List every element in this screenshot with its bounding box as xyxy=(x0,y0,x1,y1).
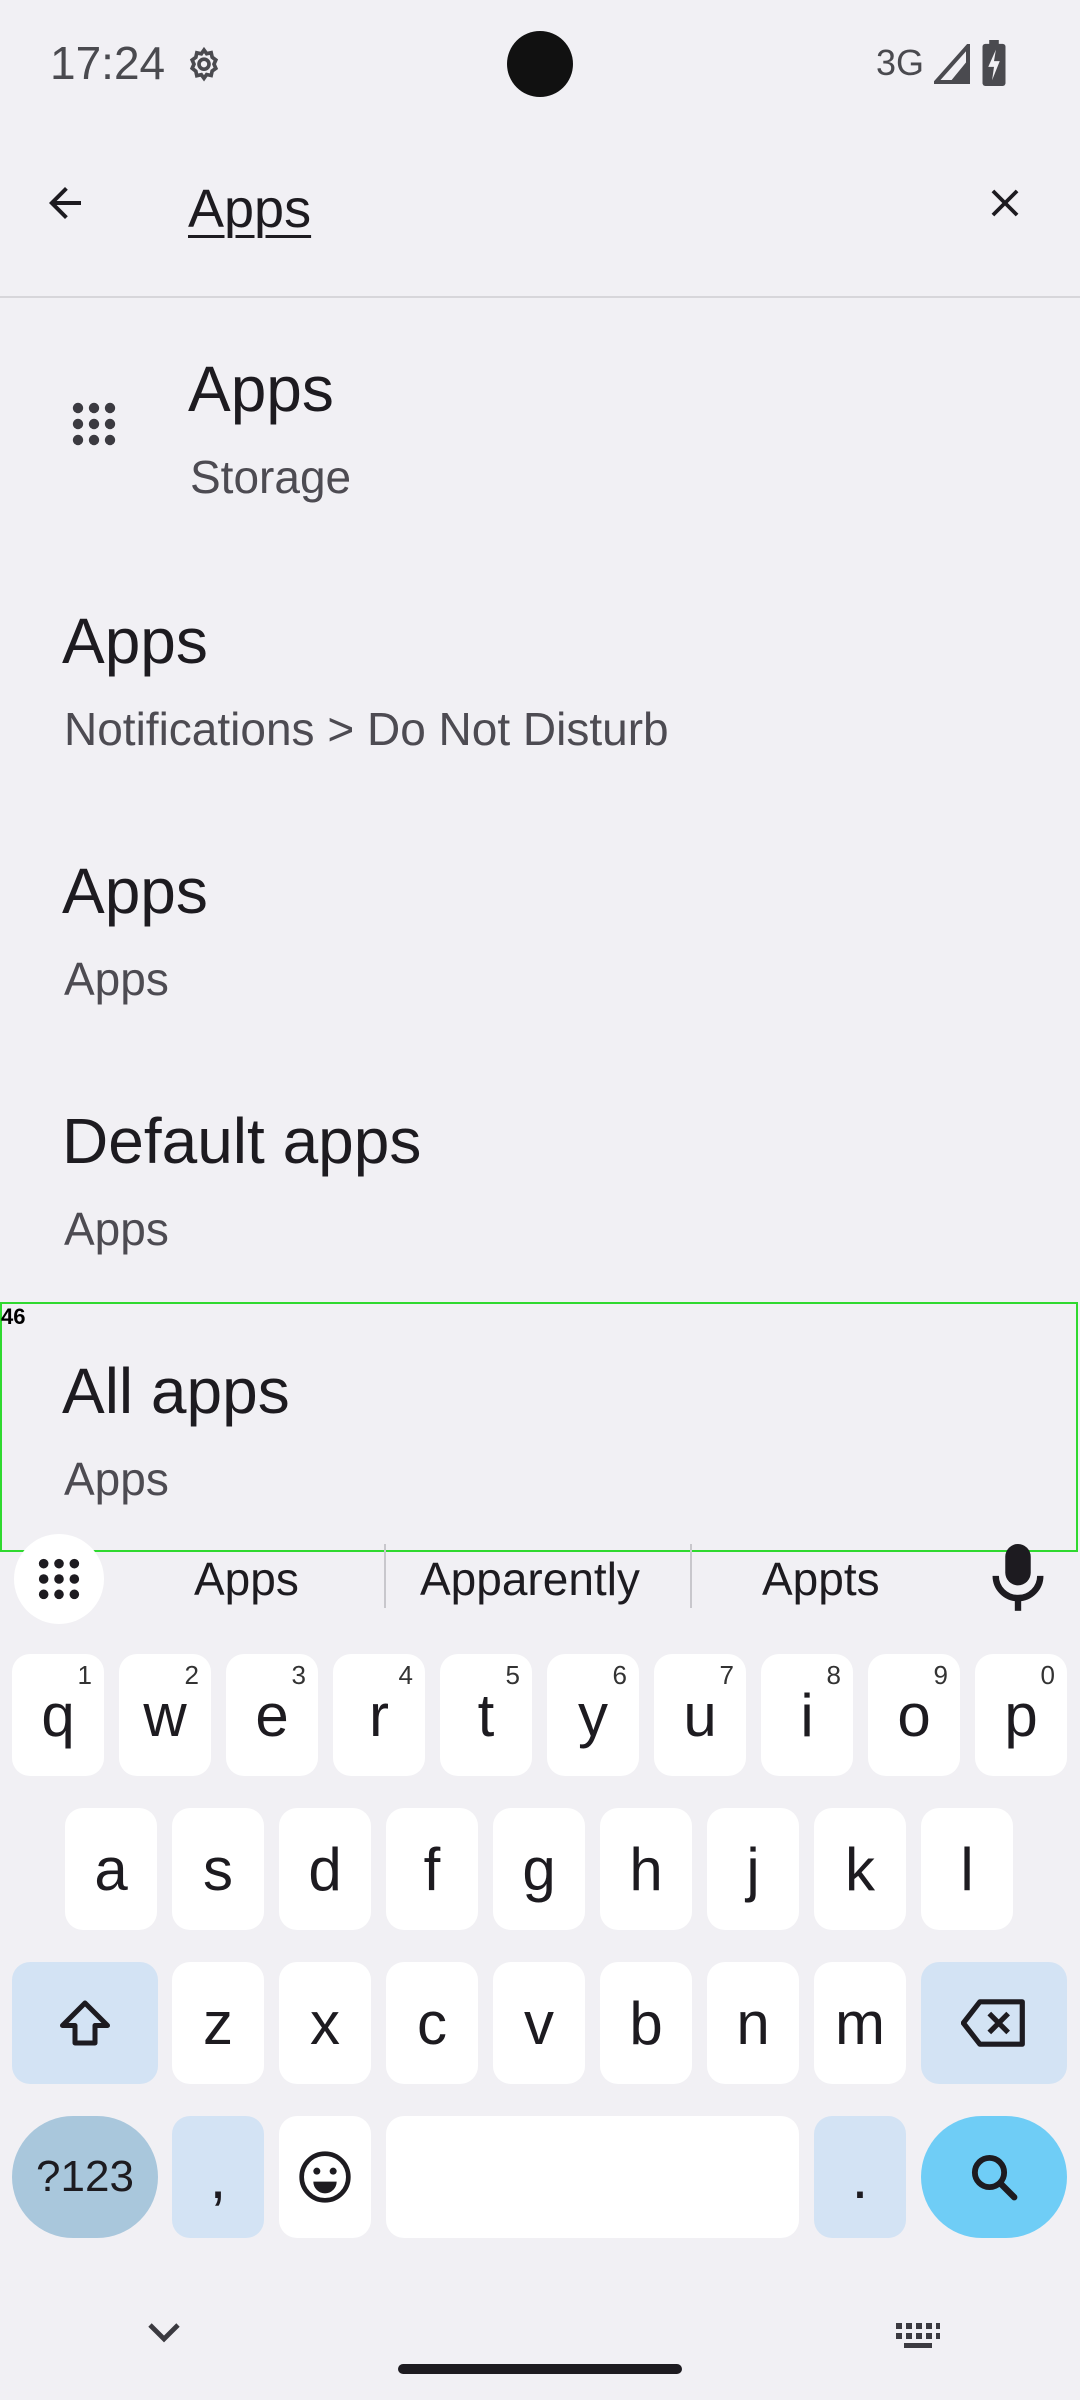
battery-charging-icon xyxy=(982,40,1006,86)
key-b[interactable]: b xyxy=(600,1962,692,2084)
key-g[interactable]: g xyxy=(493,1808,585,1930)
result-subtitle: Storage xyxy=(190,451,352,503)
signal-icon xyxy=(934,44,970,84)
status-bar: 17:24 3G xyxy=(0,0,1080,128)
emoji-key[interactable] xyxy=(279,2116,371,2238)
emoji-icon xyxy=(299,2151,351,2203)
result-subtitle: Notifications > Do Not Disturb xyxy=(64,703,669,755)
key-d[interactable]: d xyxy=(279,1808,371,1930)
search-input[interactable]: Apps xyxy=(188,178,311,240)
key-q[interactable]: q1 xyxy=(12,1654,104,1776)
result-title: Apps xyxy=(62,855,208,927)
key-e[interactable]: e3 xyxy=(226,1654,318,1776)
search-key[interactable] xyxy=(921,2116,1067,2238)
symbols-key[interactable]: ?123 xyxy=(12,2116,158,2238)
suggestion-strip: Apps Apparently Appts xyxy=(0,1520,1080,1630)
result-item[interactable]: Apps Notifications > Do Not Disturb xyxy=(0,552,1080,792)
key-j[interactable]: j xyxy=(707,1808,799,1930)
search-icon xyxy=(971,2154,1018,2201)
result-subtitle: Apps xyxy=(64,953,169,1005)
comma-key[interactable]: , xyxy=(172,2116,264,2238)
shift-key[interactable] xyxy=(12,1962,158,2084)
key-n[interactable]: n xyxy=(707,1962,799,2084)
key-k[interactable]: k xyxy=(814,1808,906,1930)
suggestion-divider xyxy=(690,1544,692,1608)
status-time: 17:24 xyxy=(50,37,166,89)
close-icon xyxy=(991,189,1019,217)
result-subtitle: Apps xyxy=(64,1203,169,1255)
keyboard-icon[interactable] xyxy=(894,2320,942,2350)
back-arrow-icon xyxy=(49,187,81,219)
chevron-down-icon[interactable] xyxy=(144,2318,184,2348)
microphone-icon[interactable] xyxy=(992,1544,1044,1614)
key-t[interactable]: t5 xyxy=(440,1654,532,1776)
highlight-box xyxy=(0,1302,1078,1552)
gesture-handle[interactable] xyxy=(398,2364,682,2374)
key-y[interactable]: y6 xyxy=(547,1654,639,1776)
key-z[interactable]: z xyxy=(172,1962,264,2084)
key-u[interactable]: u7 xyxy=(654,1654,746,1776)
key-s[interactable]: s xyxy=(172,1808,264,1930)
space-key[interactable] xyxy=(386,2116,799,2238)
keyboard-menu-button[interactable] xyxy=(14,1534,104,1624)
clear-search-button[interactable] xyxy=(970,168,1040,238)
suggestion-word[interactable]: Apparently xyxy=(420,1552,640,1606)
grid-icon xyxy=(38,1558,80,1600)
result-title: Apps xyxy=(62,605,208,677)
search-toolbar: Apps xyxy=(0,128,1080,298)
key-l[interactable]: l xyxy=(921,1808,1013,1930)
result-title: Apps xyxy=(188,353,334,425)
key-h[interactable]: h xyxy=(600,1808,692,1930)
key-o[interactable]: o9 xyxy=(868,1654,960,1776)
highlight-label: 46 xyxy=(1,1304,26,1329)
suggestion-divider xyxy=(384,1544,386,1608)
shift-icon xyxy=(60,2000,110,2046)
gear-icon xyxy=(189,46,219,82)
result-item[interactable]: Apps Storage xyxy=(0,300,1080,540)
back-button[interactable] xyxy=(30,168,100,238)
backspace-icon xyxy=(961,1999,1025,2047)
network-type: 3G xyxy=(876,42,925,83)
key-r[interactable]: r4 xyxy=(333,1654,425,1776)
key-x[interactable]: x xyxy=(279,1962,371,2084)
backspace-key[interactable] xyxy=(921,1962,1067,2084)
key-i[interactable]: i8 xyxy=(761,1654,853,1776)
key-v[interactable]: v xyxy=(493,1962,585,2084)
key-m[interactable]: m xyxy=(814,1962,906,2084)
camera-cutout xyxy=(507,31,573,97)
key-a[interactable]: a xyxy=(65,1808,157,1930)
result-item[interactable]: Apps Apps xyxy=(0,802,1080,1042)
period-key[interactable]: . xyxy=(814,2116,906,2238)
result-item[interactable]: Default apps Apps xyxy=(0,1052,1080,1292)
key-f[interactable]: f xyxy=(386,1808,478,1930)
key-p[interactable]: p0 xyxy=(975,1654,1067,1776)
suggestion-word[interactable]: Appts xyxy=(762,1552,880,1606)
key-w[interactable]: w2 xyxy=(119,1654,211,1776)
result-title: Default apps xyxy=(62,1105,422,1177)
suggestion-word[interactable]: Apps xyxy=(194,1552,299,1606)
key-c[interactable]: c xyxy=(386,1962,478,2084)
